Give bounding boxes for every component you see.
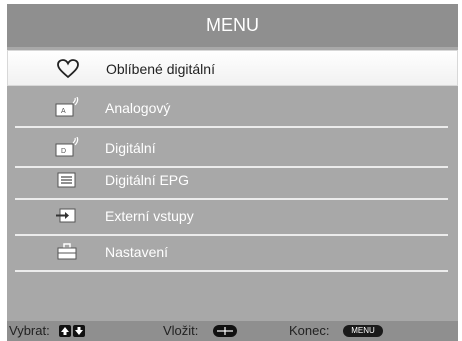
menu-divider [15,270,448,272]
down-arrow-key-icon [73,325,85,337]
exit-hint-label: Konec: [289,323,330,338]
footer-help-bar: Vybrat: Vložit: Konec: MENU [7,321,458,341]
menu-item-label: Nastavení [105,244,169,260]
menu-item-label: Digitální [105,140,156,156]
toolbox-icon [55,241,79,263]
digital-tv-icon: D [55,136,79,159]
up-arrow-key-icon [59,325,71,337]
title-bar: MENU [7,4,458,47]
svg-text:A: A [61,108,66,115]
ok-button-icon [213,325,237,337]
menu-item-label: Externí vstupy [105,208,194,224]
heart-icon [56,58,80,80]
external-input-icon [55,205,79,227]
menu-item-digitalni-epg[interactable]: Digitální EPG [7,162,458,198]
menu-item-label: Analogový [105,100,171,116]
menu-item-nastaveni[interactable]: Nastavení [7,234,458,270]
menu-panel: MENU Oblíbené digitální A Analogový D Di… [7,4,458,341]
menu-title: MENU [206,15,259,35]
tv-menu-screen: MENU Oblíbené digitální A Analogový D Di… [0,0,462,341]
analog-tv-icon: A [55,96,79,119]
menu-item-oblibene-digitalni[interactable]: Oblíbené digitální [7,50,458,86]
menu-item-label: Digitální EPG [105,172,190,188]
menu-divider [15,126,448,128]
menu-key-icon: MENU [343,325,383,337]
select-hint-label: Vybrat: [9,323,50,338]
menu-item-digitalni[interactable]: D Digitální [7,130,458,166]
menu-item-analogovy[interactable]: A Analogový [7,90,458,126]
menu-item-externi-vstupy[interactable]: Externí vstupy [7,198,458,234]
confirm-hint-label: Vložit: [163,323,199,338]
epg-list-icon [55,169,79,191]
menu-item-label: Oblíbené digitální [106,61,215,77]
svg-text:D: D [61,148,66,155]
